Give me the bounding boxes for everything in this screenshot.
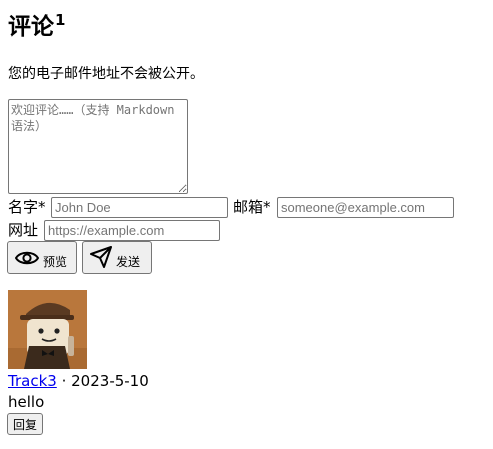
meta-separator: · [61,372,67,390]
reply-button[interactable]: 回复 [7,413,44,435]
website-input[interactable] [44,220,220,241]
comments-title-text: 评论 [8,14,54,40]
comment-content: hello [8,393,45,411]
email-input[interactable] [277,197,454,218]
email-label: 邮箱* [233,198,271,216]
website-label: 网址 [8,221,39,239]
name-label: 名字* [8,198,46,216]
send-icon [89,245,116,270]
email-privacy-notice: 您的电子邮件地址不会被公开。 [8,66,204,82]
preview-button-label: 预览 [43,255,68,269]
eye-icon [14,247,43,270]
avatar [8,290,87,369]
comment-author-link[interactable]: Track3 [8,372,57,390]
comment-textarea[interactable] [8,99,188,194]
comments-title: 评论1 [8,11,66,44]
comment-date: 2023-5-10 [71,372,149,390]
name-input[interactable] [51,197,228,218]
comment-count: 1 [55,11,66,29]
submit-button[interactable]: 发送 [82,241,152,274]
submit-button-label: 发送 [116,255,141,269]
preview-button[interactable]: 预览 [7,241,77,274]
comment-meta: Track3 · 2023-5-10 [8,372,149,390]
